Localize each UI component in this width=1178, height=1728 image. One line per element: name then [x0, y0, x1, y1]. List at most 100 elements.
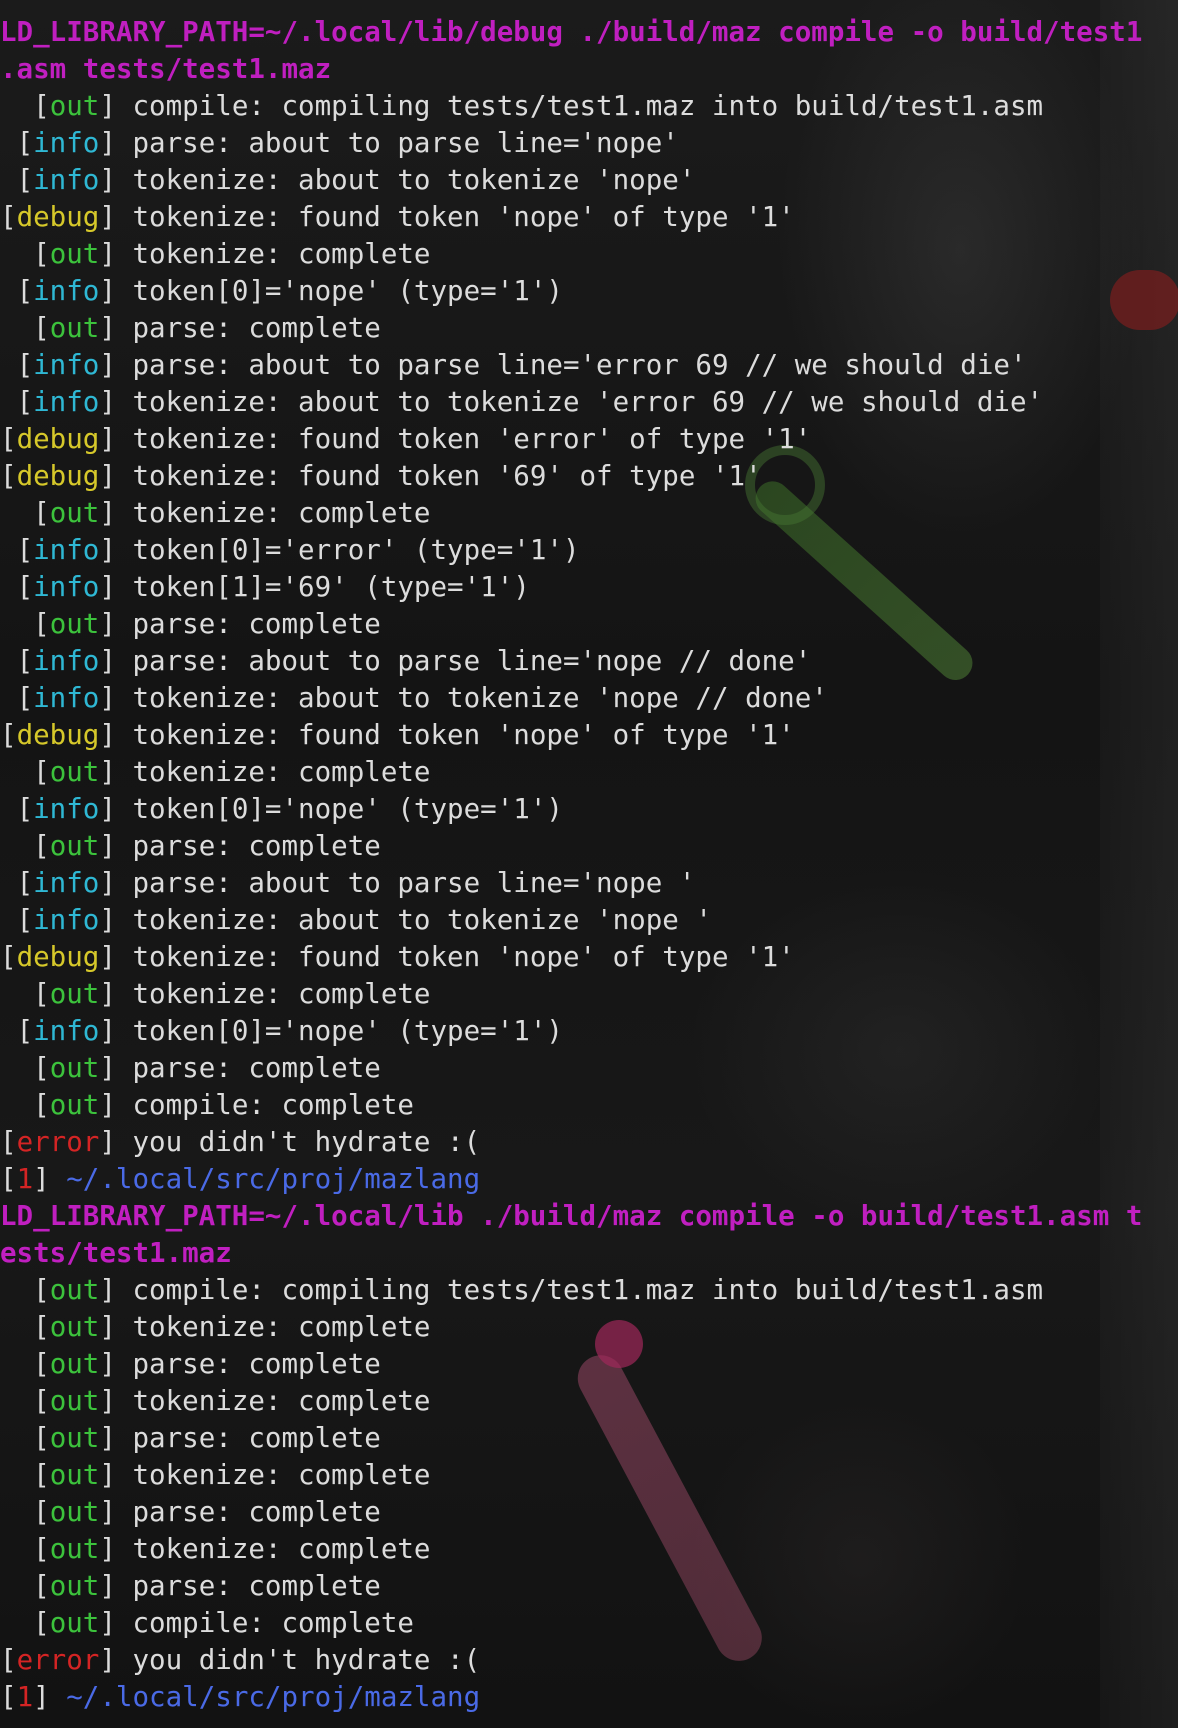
log-level-out: out — [49, 1311, 100, 1343]
log-line: [out] tokenize: complete — [0, 1457, 1178, 1494]
log-line: [out] compile: compiling tests/test1.maz… — [0, 88, 1178, 125]
log-level-out: out — [49, 1607, 100, 1639]
log-level-out: out — [49, 1052, 100, 1084]
log-indent — [0, 867, 17, 899]
log-indent — [0, 534, 17, 566]
log-line: [info] parse: about to parse line='nope … — [0, 865, 1178, 902]
log-level-debug: debug — [16, 201, 100, 233]
log-bracket-open: [ — [33, 1311, 50, 1343]
log-level-out: out — [49, 238, 100, 270]
log-level-info: info — [33, 867, 100, 899]
log-bracket-open: [ — [33, 756, 50, 788]
log-level-debug: debug — [16, 719, 100, 751]
log-indent — [0, 275, 17, 307]
log-indent — [0, 312, 33, 344]
log-bracket-close: ] — [99, 1311, 116, 1343]
log-bracket-open: [ — [16, 682, 34, 714]
log-bracket-close: ] — [99, 571, 116, 603]
log-level-out: out — [49, 1422, 100, 1454]
log-bracket-open: [ — [0, 941, 17, 973]
log-bracket-close: ] — [99, 682, 116, 714]
log-indent — [0, 90, 33, 122]
log-indent — [0, 645, 17, 677]
log-bracket-close: ] — [99, 1644, 116, 1676]
log-level-debug: debug — [16, 460, 100, 492]
log-message: tokenize: complete — [115, 1459, 431, 1491]
log-bracket-open: [ — [16, 571, 34, 603]
log-level-out: out — [49, 90, 100, 122]
log-bracket-open: [ — [16, 793, 34, 825]
log-bracket-close: ] — [99, 386, 116, 418]
log-bracket-close: ] — [99, 238, 116, 270]
log-line: [out] parse: complete — [0, 1346, 1178, 1383]
log-line: [debug] tokenize: found token 'nope' of … — [0, 199, 1178, 236]
log-indent — [0, 1422, 33, 1454]
log-bracket-close: ] — [99, 1126, 116, 1158]
log-message: parse: about to parse line='nope // done… — [115, 645, 812, 677]
log-indent — [0, 497, 33, 529]
log-indent — [0, 830, 33, 862]
log-line: [info] token[0]='nope' (type='1') — [0, 791, 1178, 828]
terminal-output[interactable]: LD_LIBRARY_PATH=~/.local/lib/debug ./bui… — [0, 14, 1178, 1716]
log-level-error: error — [16, 1126, 100, 1158]
log-level-out: out — [49, 1385, 100, 1417]
log-message: token[0]='nope' (type='1') — [115, 793, 563, 825]
log-message: parse: about to parse line='nope ' — [115, 867, 696, 899]
log-bracket-open: [ — [16, 904, 34, 936]
log-indent — [0, 349, 17, 381]
log-message: tokenize: about to tokenize 'nope' — [115, 164, 696, 196]
log-indent — [0, 1533, 33, 1565]
log-indent — [0, 682, 17, 714]
log-indent — [0, 1052, 33, 1084]
log-line: [out] parse: complete — [0, 1050, 1178, 1087]
log-bracket-open: [ — [16, 127, 34, 159]
log-bracket-close: ] — [99, 830, 116, 862]
log-bracket-open: [ — [33, 312, 50, 344]
log-bracket-open: [ — [33, 1089, 50, 1121]
log-message: tokenize: complete — [115, 978, 431, 1010]
log-indent — [0, 1015, 17, 1047]
log-bracket-close: ] — [99, 1089, 116, 1121]
log-bracket-close: ] — [99, 719, 116, 751]
shell-prompt: [1] ~/.local/src/proj/mazlang — [0, 1161, 1178, 1198]
prompt-bracket-open: [ — [0, 1681, 17, 1713]
log-indent — [0, 1607, 33, 1639]
log-line: [out] parse: complete — [0, 1420, 1178, 1457]
log-level-out: out — [49, 1348, 100, 1380]
log-level-out: out — [49, 608, 100, 640]
log-message: parse: complete — [115, 1348, 381, 1380]
log-level-info: info — [33, 645, 100, 677]
log-message: compile: compiling tests/test1.maz into … — [115, 90, 1044, 122]
log-bracket-close: ] — [99, 1385, 116, 1417]
log-message: tokenize: complete — [115, 238, 431, 270]
log-message: parse: complete — [115, 1496, 381, 1528]
log-level-out: out — [49, 978, 100, 1010]
log-bracket-close: ] — [99, 1459, 116, 1491]
log-message: parse: about to parse line='error 69 // … — [115, 349, 1027, 381]
log-bracket-open: [ — [33, 1570, 50, 1602]
log-line: [debug] tokenize: found token 'error' of… — [0, 421, 1178, 458]
log-line: [out] parse: complete — [0, 828, 1178, 865]
log-line: [debug] tokenize: found token '69' of ty… — [0, 458, 1178, 495]
log-level-info: info — [33, 127, 100, 159]
log-bracket-close: ] — [99, 1274, 116, 1306]
log-level-out: out — [49, 756, 100, 788]
prompt-exit-code: 1 — [16, 1681, 34, 1713]
log-line: [out] parse: complete — [0, 310, 1178, 347]
log-bracket-close: ] — [99, 1607, 116, 1639]
log-bracket-close: ] — [99, 793, 116, 825]
prompt-bracket-close: ] — [33, 1681, 67, 1713]
log-bracket-open: [ — [0, 719, 17, 751]
log-message: parse: complete — [115, 1422, 381, 1454]
log-bracket-open: [ — [16, 349, 34, 381]
log-level-info: info — [33, 164, 100, 196]
terminal-window[interactable]: LD_LIBRARY_PATH=~/.local/lib/debug ./bui… — [0, 0, 1178, 1728]
log-bracket-open: [ — [16, 164, 34, 196]
log-line: [info] tokenize: about to tokenize 'nope… — [0, 680, 1178, 717]
log-bracket-open: [ — [33, 1533, 50, 1565]
log-indent — [0, 386, 17, 418]
log-line: [out] compile: compiling tests/test1.maz… — [0, 1272, 1178, 1309]
log-level-out: out — [49, 830, 100, 862]
log-line: [debug] tokenize: found token 'nope' of … — [0, 717, 1178, 754]
log-bracket-close: ] — [99, 275, 116, 307]
